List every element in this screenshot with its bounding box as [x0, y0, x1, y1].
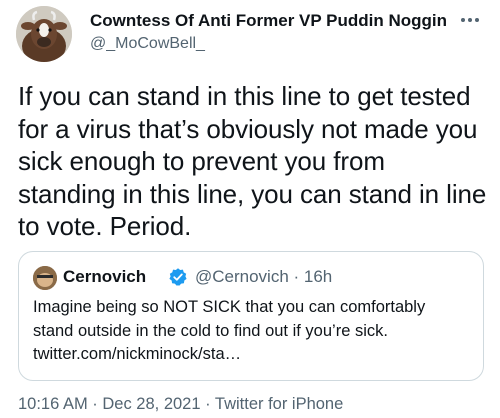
more-horizontal-icon[interactable] [456, 12, 484, 28]
quoted-text-line: Imagine being so NOT SICK that you can c… [33, 298, 426, 316]
tweet-card: Cowntess Of Anti Former VP Puddin Noggin… [0, 0, 500, 418]
quoted-text-line: stand outside in the cold to find out if… [33, 321, 388, 340]
tweet-text: If you can stand in this line to get tes… [18, 81, 487, 241]
verified-badge-icon [168, 267, 188, 287]
quoted-avatar-icon [33, 266, 57, 290]
author-avatar[interactable] [16, 6, 72, 62]
quoted-link[interactable]: twitter.com/nickminock/sta… [33, 343, 473, 367]
cow-avatar-icon [16, 6, 72, 62]
quoted-handle-time[interactable]: @Cernovich · 16h [195, 267, 332, 287]
quoted-tweet[interactable]: Cernovich @Cernovich · 16h Imagine being… [18, 251, 484, 381]
author-handle[interactable]: @_MoCowBell_ [90, 35, 205, 53]
quoted-author-name[interactable]: Cernovich [63, 267, 146, 287]
quoted-author-avatar[interactable] [33, 266, 57, 290]
author-display-name[interactable]: Cowntess Of Anti Former VP Puddin Noggin [90, 11, 447, 31]
quoted-tweet-text: Imagine being so NOT SICK that you can c… [33, 296, 473, 367]
tweet-timestamp[interactable]: 10:16 AM · Dec 28, 2021 · Twitter for iP… [18, 395, 343, 414]
